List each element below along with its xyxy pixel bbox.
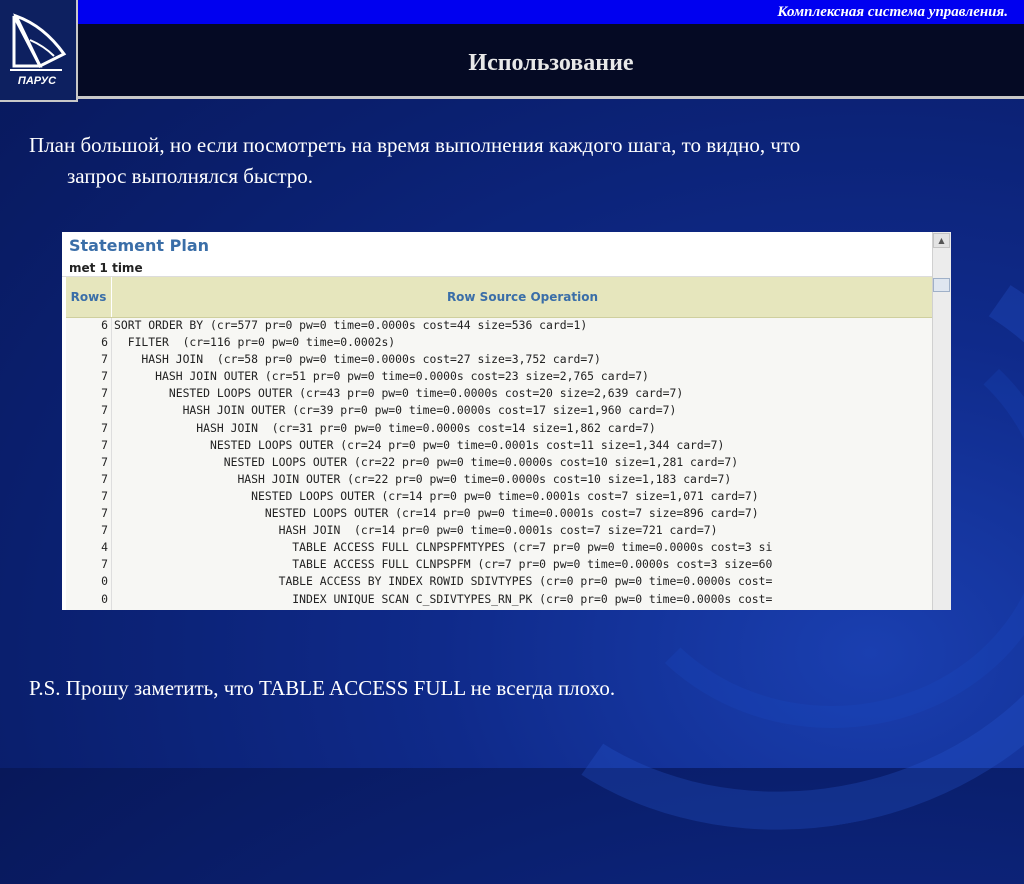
row-count: 7 (101, 506, 108, 521)
row-operation: HASH JOIN OUTER (cr=22 pr=0 pw=0 time=0.… (114, 471, 732, 486)
row-count: 4 (101, 540, 108, 555)
column-header-rows: Rows (66, 277, 112, 317)
row-count: 0 (101, 574, 108, 589)
row-count: 7 (101, 403, 108, 418)
row-operation: HASH JOIN (cr=14 pr=0 pw=0 time=0.0001s … (114, 523, 718, 538)
table-row: 7 HASH JOIN OUTER (cr=39 pr=0 pw=0 time=… (66, 403, 933, 420)
table-row: 7 NESTED LOOPS OUTER (cr=43 pr=0 pw=0 ti… (66, 386, 933, 403)
paragraph-line-2: запрос выполнялся быстро. (67, 164, 314, 188)
row-count: 6 (101, 318, 108, 332)
statement-plan-subtitle: met 1 time (69, 261, 143, 275)
title-bar: Использование (78, 24, 1024, 99)
row-operation: HASH JOIN (cr=31 pr=0 pw=0 time=0.0000s … (114, 420, 656, 435)
table-row: 7 NESTED LOOPS OUTER (cr=14 pr=0 pw=0 ti… (66, 489, 933, 506)
row-count: 7 (101, 437, 108, 452)
row-count: 7 (101, 420, 108, 435)
scroll-thumb[interactable] (933, 278, 950, 292)
table-row: 7 HASH JOIN OUTER (cr=51 pr=0 pw=0 time=… (66, 369, 933, 386)
row-count: 7 (101, 369, 108, 384)
statement-plan-screenshot: Statement Plan met 1 time Rows Row Sourc… (62, 232, 951, 610)
statement-plan-title: Statement Plan (69, 236, 209, 255)
row-operation: NESTED LOOPS OUTER (cr=14 pr=0 pw=0 time… (114, 506, 759, 521)
table-row: 0 INDEX UNIQUE SCAN C_SDIVTYPES_RN_PK (c… (66, 592, 933, 609)
row-count: 7 (101, 557, 108, 572)
row-count: 7 (101, 488, 108, 503)
column-header-operation: Row Source Operation (446, 290, 599, 304)
row-count: 7 (101, 454, 108, 469)
sail-logo-icon: ПАРУС (10, 13, 67, 87)
plan-rows: 6 SORT ORDER BY (cr=577 pr=0 pw=0 time=0.… (66, 318, 933, 609)
row-count: 0 (101, 591, 108, 606)
row-operation: TABLE ACCESS BY INDEX ROWID SDIVTYPES (c… (114, 574, 773, 589)
plan-table-body: 6 SORT ORDER BY (cr=577 pr=0 pw=0 time=0.… (66, 318, 933, 610)
row-operation: HASH JOIN (cr=58 pr=0 pw=0 time=0.0000s … (114, 352, 601, 367)
row-count: 7 (101, 523, 108, 538)
table-row: 7 NESTED LOOPS OUTER (cr=24 pr=0 pw=0 ti… (66, 438, 933, 455)
row-operation: TABLE ACCESS FULL CLNPSPFM (cr=7 pr=0 pw… (114, 557, 773, 572)
row-operation: NESTED LOOPS OUTER (cr=22 pr=0 pw=0 time… (114, 454, 739, 469)
scroll-up-icon[interactable]: ▲ (933, 233, 950, 248)
row-operation: TABLE ACCESS FULL CLNPSPFMTYPES (cr=7 pr… (114, 540, 773, 555)
row-count: 7 (101, 471, 108, 486)
logo-text: ПАРУС (18, 75, 57, 87)
row-operation: HASH JOIN OUTER (cr=39 pr=0 pw=0 time=0.… (114, 403, 677, 418)
table-row: 4 TABLE ACCESS FULL CLNPSPFMTYPES (cr=7 … (66, 540, 933, 557)
table-row: 6 FILTER (cr=116 pr=0 pw=0 time=0.0002s) (66, 335, 933, 352)
top-bar: Комплексная система управления. (78, 0, 1024, 24)
scrollbar[interactable]: ▲ (932, 232, 951, 610)
table-row: 7 HASH JOIN (cr=31 pr=0 pw=0 time=0.0000… (66, 421, 933, 438)
table-row: 7 HASH JOIN (cr=58 pr=0 pw=0 time=0.0000… (66, 352, 933, 369)
table-row: 7 NESTED LOOPS OUTER (cr=22 pr=0 pw=0 ti… (66, 455, 933, 472)
main-paragraph: План большой, но если посмотреть на врем… (29, 130, 989, 192)
brand-line: Комплексная система управления. (777, 4, 1008, 20)
table-row: 6 SORT ORDER BY (cr=577 pr=0 pw=0 time=0.… (66, 318, 933, 335)
paragraph-line-1: План большой, но если посмотреть на врем… (29, 133, 801, 157)
row-operation: FILTER (cr=116 pr=0 pw=0 time=0.0002s) (114, 335, 396, 350)
row-operation: NESTED LOOPS OUTER (cr=43 pr=0 pw=0 time… (114, 386, 684, 401)
row-count: 7 (101, 352, 108, 367)
row-count: 7 (101, 386, 108, 401)
row-operation: INDEX UNIQUE SCAN C_SDIVTYPES_RN_PK (cr=… (114, 591, 773, 606)
table-row: 7 TABLE ACCESS FULL CLNPSPFM (cr=7 pr=0 … (66, 557, 933, 574)
table-row: 7 HASH JOIN (cr=14 pr=0 pw=0 time=0.0001… (66, 523, 933, 540)
plan-table-header: Rows Row Source Operation (66, 277, 933, 318)
table-row: 0 TABLE ACCESS BY INDEX ROWID SDIVTYPES … (66, 574, 933, 591)
row-operation: NESTED LOOPS OUTER (cr=24 pr=0 pw=0 time… (114, 437, 725, 452)
ps-note: P.S. Прошу заметить, что TABLE ACCESS FU… (29, 676, 616, 700)
row-operation: NESTED LOOPS OUTER (cr=14 pr=0 pw=0 time… (114, 488, 759, 503)
table-row: 7 HASH JOIN OUTER (cr=22 pr=0 pw=0 time=… (66, 472, 933, 489)
page-title: Использование (468, 50, 634, 76)
parus-logo: ПАРУС (0, 0, 78, 102)
row-operation: SORT ORDER BY (cr=577 pr=0 pw=0 time=0.0… (114, 318, 588, 332)
row-operation: HASH JOIN OUTER (cr=51 pr=0 pw=0 time=0.… (114, 369, 649, 384)
table-row: 7 NESTED LOOPS OUTER (cr=14 pr=0 pw=0 ti… (66, 506, 933, 523)
row-count: 6 (101, 335, 108, 350)
